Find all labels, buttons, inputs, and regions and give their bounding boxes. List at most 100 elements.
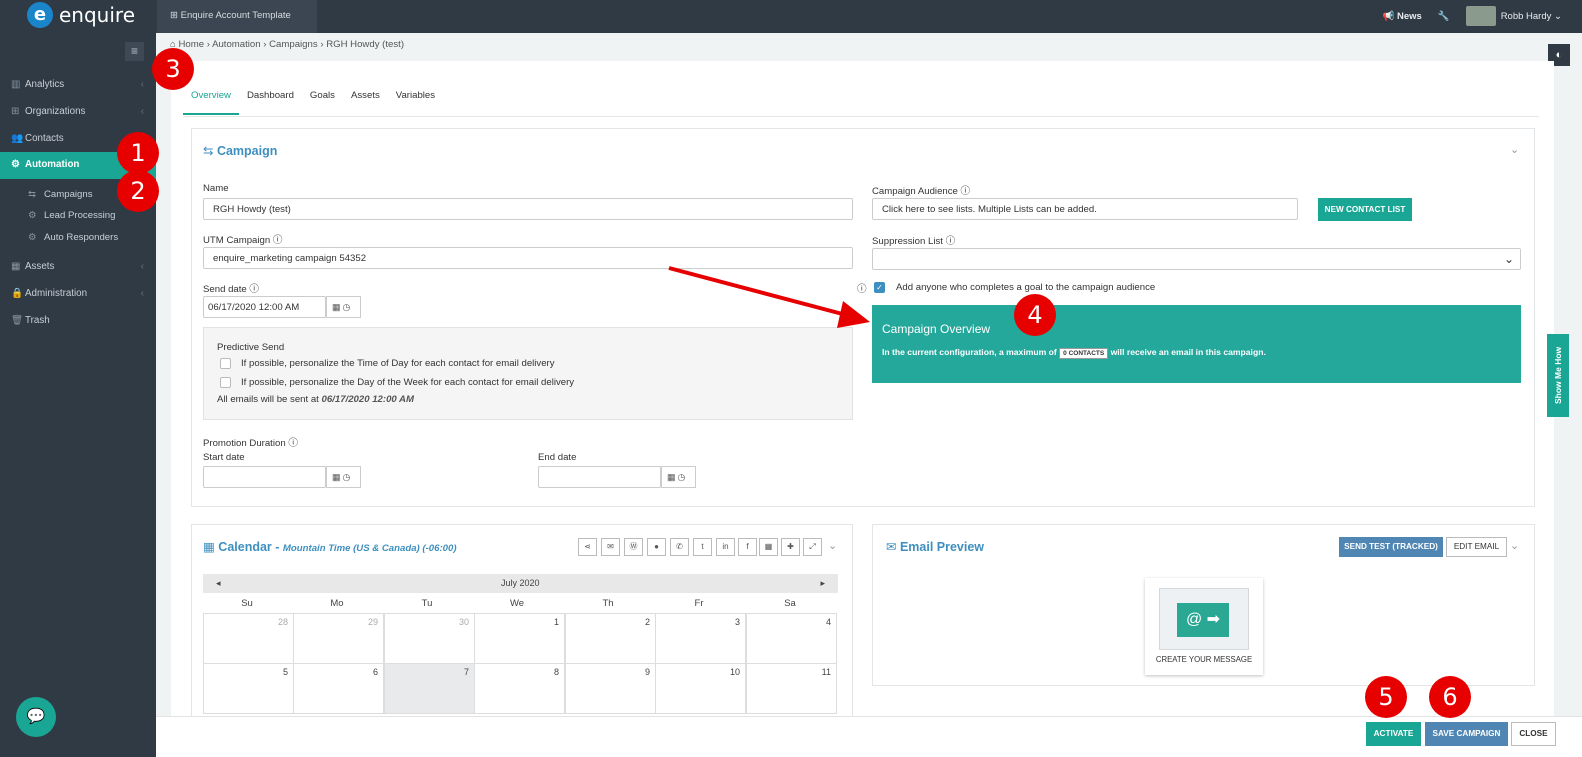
weekday-header: Fr — [694, 598, 704, 609]
linkedin-icon[interactable]: in — [716, 538, 735, 556]
campaign-audience-field[interactable]: Click here to see lists. Multiple Lists … — [872, 198, 1298, 220]
chevron-down-icon[interactable]: ⌄ — [828, 539, 837, 552]
chevron-down-icon[interactable]: ⌄ — [1510, 539, 1519, 552]
account-template-tab[interactable]: ⊞ Enquire Account Template — [157, 0, 317, 33]
goal-audience-label: Add anyone who completes a goal to the c… — [896, 282, 1156, 293]
calendar-day[interactable]: 30 — [384, 613, 475, 664]
calendar-icon: ▦ — [203, 540, 219, 554]
enquire-logo[interactable]: e enquire — [27, 2, 135, 28]
info-icon[interactable]: ⓘ — [288, 438, 298, 449]
new-contact-list-button[interactable]: NEW CONTACT LIST — [1318, 198, 1412, 221]
tab-goals[interactable]: Goals — [302, 90, 343, 115]
promotion-duration-label: Promotion Duration ⓘ — [203, 435, 298, 449]
calendar-day[interactable]: 29 — [293, 613, 384, 664]
breadcrumb-automation[interactable]: Automation — [212, 39, 261, 50]
calendar-clock-icon[interactable]: ▦◷ — [326, 466, 361, 488]
show-me-how-tab[interactable]: Show Me How — [1547, 334, 1569, 417]
calendar-clock-icon[interactable]: ▦◷ — [661, 466, 696, 488]
tab-assets[interactable]: Assets — [343, 90, 388, 115]
send-date-label: Send date ⓘ — [203, 281, 259, 295]
sidebar-item-label: Contacts — [25, 133, 64, 144]
calendar-day[interactable]: 2 — [565, 613, 656, 664]
sidebar-item-trash[interactable]: 🗑 Trash — [0, 308, 156, 334]
calendar-clock-icon[interactable]: ▦◷ — [326, 296, 361, 318]
send-test-button[interactable]: SEND TEST (TRACKED) — [1339, 537, 1443, 557]
calendar-day[interactable]: 9 — [565, 663, 656, 714]
sidebar-item-analytics[interactable]: ▥ Analytics ‹ — [0, 72, 156, 98]
day-of-week-checkbox[interactable] — [220, 377, 231, 388]
news-link[interactable]: News — [1397, 11, 1422, 22]
info-icon[interactable]: ⓘ — [946, 236, 956, 247]
tab-variables[interactable]: Variables — [388, 90, 443, 115]
sidebar-item-label: Trash — [25, 315, 50, 326]
users-icon: 👥 — [11, 133, 24, 144]
end-date-label: End date — [538, 452, 577, 463]
info-icon[interactable]: ⓘ — [961, 186, 971, 197]
calendar-icon[interactable]: ▦ — [759, 538, 778, 556]
save-campaign-button[interactable]: SAVE CAMPAIGN — [1425, 722, 1508, 746]
twitter-icon[interactable]: t — [693, 538, 712, 556]
calendar-day[interactable]: 4 — [746, 613, 837, 664]
breadcrumb-home[interactable]: Home — [178, 39, 204, 50]
calendar-day[interactable]: 5 — [203, 663, 294, 714]
next-month-icon[interactable]: ▸ — [820, 578, 825, 589]
sidebar-sub-label: Campaigns — [44, 189, 93, 200]
start-date-field[interactable] — [203, 466, 326, 488]
create-message-card[interactable]: @ ➡ CREATE YOUR MESSAGE — [1145, 578, 1263, 675]
activate-button[interactable]: ACTIVATE — [1366, 722, 1421, 746]
retweet-icon: ⇆ — [28, 189, 37, 200]
sidebar-sub-auto-responders[interactable]: ⚙ Auto Responders — [28, 232, 118, 243]
calendar-day[interactable]: 10 — [655, 663, 746, 714]
hamburger-menu-icon[interactable]: ≡ — [125, 42, 144, 61]
tab-overview[interactable]: Overview — [183, 90, 239, 115]
step-marker-1: 1 — [117, 132, 159, 174]
sidebar-item-organizations[interactable]: ⊞ Organizations ‹ — [0, 99, 156, 125]
sidebar-sub-campaigns[interactable]: ⇆ Campaigns — [28, 189, 93, 200]
add-event-icon[interactable]: ✚ — [781, 538, 800, 556]
calendar-day[interactable]: 28 — [203, 613, 294, 664]
sitemap-icon: ⊞ — [170, 10, 181, 21]
chat-icon[interactable]: ● — [647, 538, 666, 556]
wrench-icon[interactable]: 🔧 — [1438, 11, 1450, 22]
utm-label: UTM Campaign ⓘ — [203, 232, 282, 246]
sidebar-item-administration[interactable]: 🔒 Administration ‹ — [0, 281, 156, 307]
step-marker-5: 5 — [1365, 676, 1407, 718]
info-icon[interactable]: ⓘ — [273, 235, 283, 246]
prev-month-icon[interactable]: ◂ — [216, 578, 221, 589]
send-date-field[interactable]: 06/17/2020 12:00 AM — [203, 296, 326, 318]
tab-dashboard[interactable]: Dashboard — [239, 90, 302, 115]
facebook-icon[interactable]: f — [738, 538, 757, 556]
calendar-day[interactable]: 6 — [293, 663, 384, 714]
step-marker-2: 2 — [117, 170, 159, 212]
chevron-down-icon[interactable]: ⌄ — [1510, 143, 1519, 156]
overview-text-pre: In the current configuration, a maximum … — [882, 347, 1057, 357]
edit-email-button[interactable]: EDIT EMAIL — [1446, 537, 1507, 557]
breadcrumb-campaigns[interactable]: Campaigns — [269, 39, 318, 50]
calendar-day[interactable]: 11 — [746, 663, 837, 714]
calendar-day-today[interactable]: 7 — [384, 663, 475, 714]
calendar-timezone: Mountain Time (US & Canada) (-06:00) — [282, 543, 457, 554]
chevron-down-icon[interactable]: ⌄ — [1551, 11, 1562, 22]
user-menu[interactable]: Robb Hardy — [1501, 11, 1552, 22]
calendar-day[interactable]: 3 — [655, 613, 746, 664]
name-field[interactable]: RGH Howdy (test) — [203, 198, 853, 220]
expand-icon[interactable]: ⤢ — [803, 538, 822, 556]
avatar[interactable] — [1465, 6, 1496, 26]
phone-icon[interactable]: ✆ — [670, 538, 689, 556]
chat-bubble-icon[interactable]: 💬 — [16, 697, 56, 737]
suppression-list-select[interactable]: ⌄ — [872, 248, 1521, 270]
all-emails-time: 06/17/2020 12:00 AM — [321, 394, 414, 405]
info-icon[interactable]: ⓘ — [249, 284, 259, 295]
sidebar-sub-label: Auto Responders — [44, 232, 119, 243]
close-button[interactable]: CLOSE — [1511, 722, 1556, 746]
email-icon[interactable]: ✉ — [601, 538, 620, 556]
share-icon[interactable]: ⋖ — [578, 538, 597, 556]
sidebar-item-assets[interactable]: ▦ Assets ‹ — [0, 254, 156, 280]
sitemap-icon: ⊞ — [11, 106, 20, 117]
end-date-field[interactable] — [538, 466, 661, 488]
wordpress-icon[interactable]: Ⓦ — [624, 538, 643, 556]
calendar-day[interactable]: 1 — [474, 613, 565, 664]
calendar-day[interactable]: 8 — [474, 663, 565, 714]
sidebar-sub-lead-processing[interactable]: ⚙ Lead Processing — [28, 210, 115, 221]
time-of-day-checkbox[interactable] — [220, 358, 231, 369]
